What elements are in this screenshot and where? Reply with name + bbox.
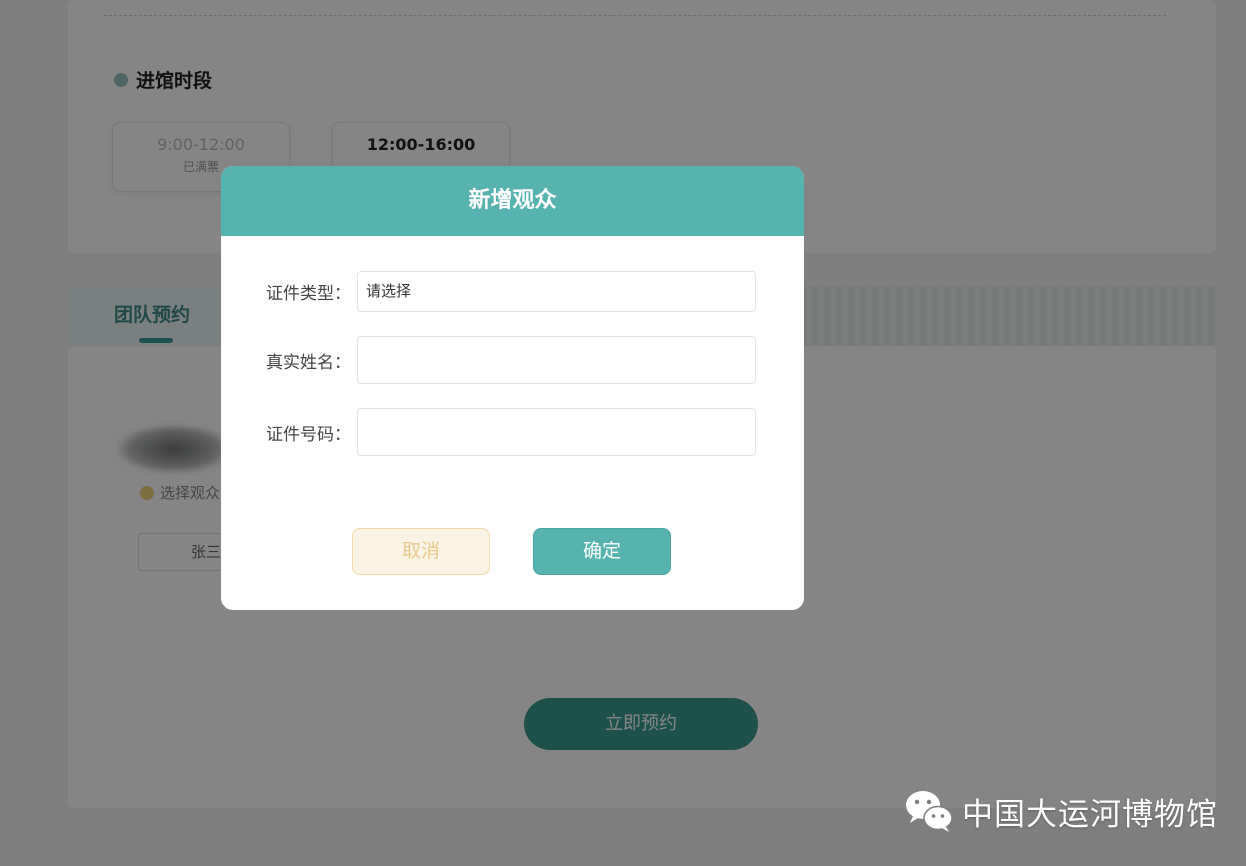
- modal-title: 新增观众: [221, 166, 804, 236]
- id-number-input[interactable]: [357, 408, 756, 456]
- real-name-input[interactable]: [357, 336, 756, 384]
- real-name-row: 真实姓名：: [221, 336, 804, 384]
- id-type-label: 证件类型：: [266, 284, 351, 304]
- cancel-button[interactable]: 取消: [352, 528, 490, 575]
- id-number-row: 证件号码：: [221, 408, 804, 456]
- wechat-icon: [906, 791, 953, 832]
- watermark-text: 中国大运河博物馆: [962, 796, 1218, 833]
- id-type-row: 证件类型： 请选择: [221, 271, 804, 312]
- real-name-label: 真实姓名：: [266, 352, 351, 373]
- watermark: 中国大运河博物馆: [904, 788, 1218, 834]
- id-number-label: 证件号码：: [266, 424, 351, 445]
- confirm-button[interactable]: 确定: [533, 528, 671, 575]
- id-type-select[interactable]: 请选择: [357, 271, 756, 312]
- add-visitor-modal: 新增观众 证件类型： 请选择 真实姓名： 证件号码： 取消 确定: [221, 166, 804, 610]
